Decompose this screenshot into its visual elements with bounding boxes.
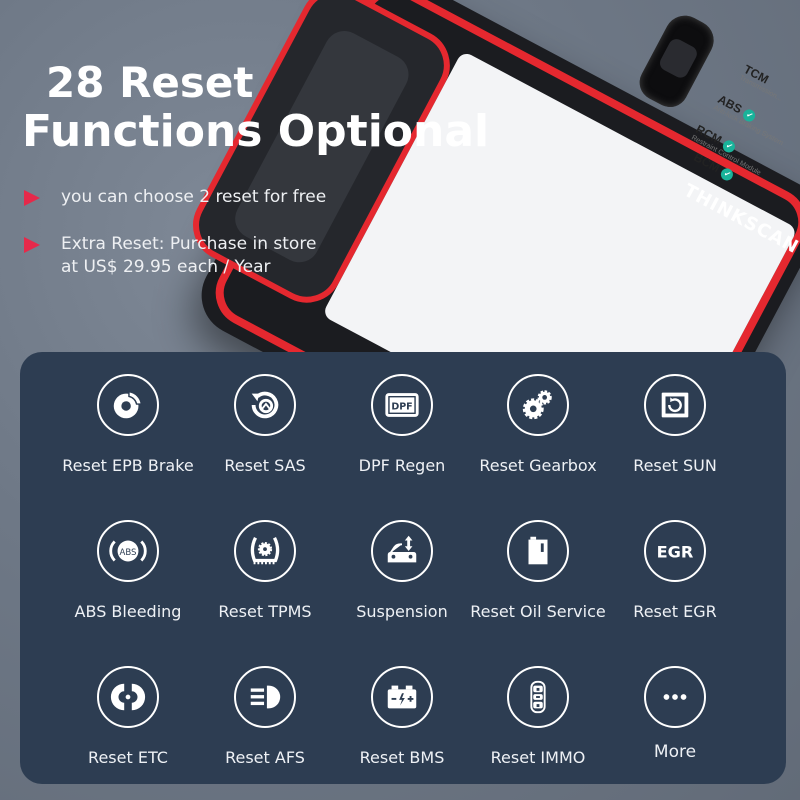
function-reset-sas[interactable]: Reset SAS	[190, 374, 340, 475]
svg-text:ABS: ABS	[120, 548, 137, 558]
gears-icon	[507, 374, 569, 436]
function-reset-tpms[interactable]: Reset TPMS	[190, 520, 340, 621]
sun-roof-reset-icon	[644, 374, 706, 436]
key-fob-icon	[507, 666, 569, 728]
steering-reset-icon	[234, 374, 296, 436]
headlight-icon	[234, 666, 296, 728]
bullet-free-reset: you can choose 2 reset for free	[24, 186, 326, 209]
red-arrow-icon	[24, 190, 40, 206]
function-reset-oil-service[interactable]: Reset Oil Service	[463, 520, 613, 621]
function-reset-sun[interactable]: Reset SUN	[600, 374, 750, 475]
abs-icon: ABS	[97, 520, 159, 582]
svg-text:DPF: DPF	[391, 401, 412, 412]
car-suspension-icon	[371, 520, 433, 582]
throttle-icon	[97, 666, 159, 728]
function-reset-immo[interactable]: Reset IMMO	[463, 666, 613, 767]
brake-disc-icon	[97, 374, 159, 436]
function-more[interactable]: More	[600, 666, 750, 762]
function-reset-etc[interactable]: Reset ETC	[53, 666, 203, 767]
egr-icon: EGR	[644, 520, 706, 582]
function-reset-egr[interactable]: EGR Reset EGR	[600, 520, 750, 621]
dpf-filter-icon: DPF	[371, 374, 433, 436]
function-reset-gearbox[interactable]: Reset Gearbox	[463, 374, 613, 475]
module-tcm: TCM Transmission...	[738, 62, 784, 103]
function-reset-epb-brake[interactable]: Reset EPB Brake	[53, 374, 203, 475]
svg-text:EGR: EGR	[657, 543, 694, 562]
function-dpf-regen[interactable]: DPF DPF Regen	[327, 374, 477, 475]
oil-can-icon	[507, 520, 569, 582]
tire-pressure-icon	[234, 520, 296, 582]
function-reset-afs[interactable]: Reset AFS	[190, 666, 340, 767]
function-reset-bms[interactable]: Reset BMS	[327, 666, 477, 767]
bullet-extra-reset: Extra Reset: Purchase in store at US$ 29…	[24, 233, 316, 279]
function-suspension[interactable]: Suspension	[327, 520, 477, 621]
more-dots-icon	[644, 666, 706, 728]
battery-icon	[371, 666, 433, 728]
red-arrow-icon	[24, 237, 40, 253]
headline-line2: Functions Optional	[22, 106, 490, 157]
headline-line1: 28 Reset	[46, 58, 254, 107]
function-abs-bleeding[interactable]: ABS ABS Bleeding	[53, 520, 203, 621]
car-icon	[633, 8, 721, 114]
